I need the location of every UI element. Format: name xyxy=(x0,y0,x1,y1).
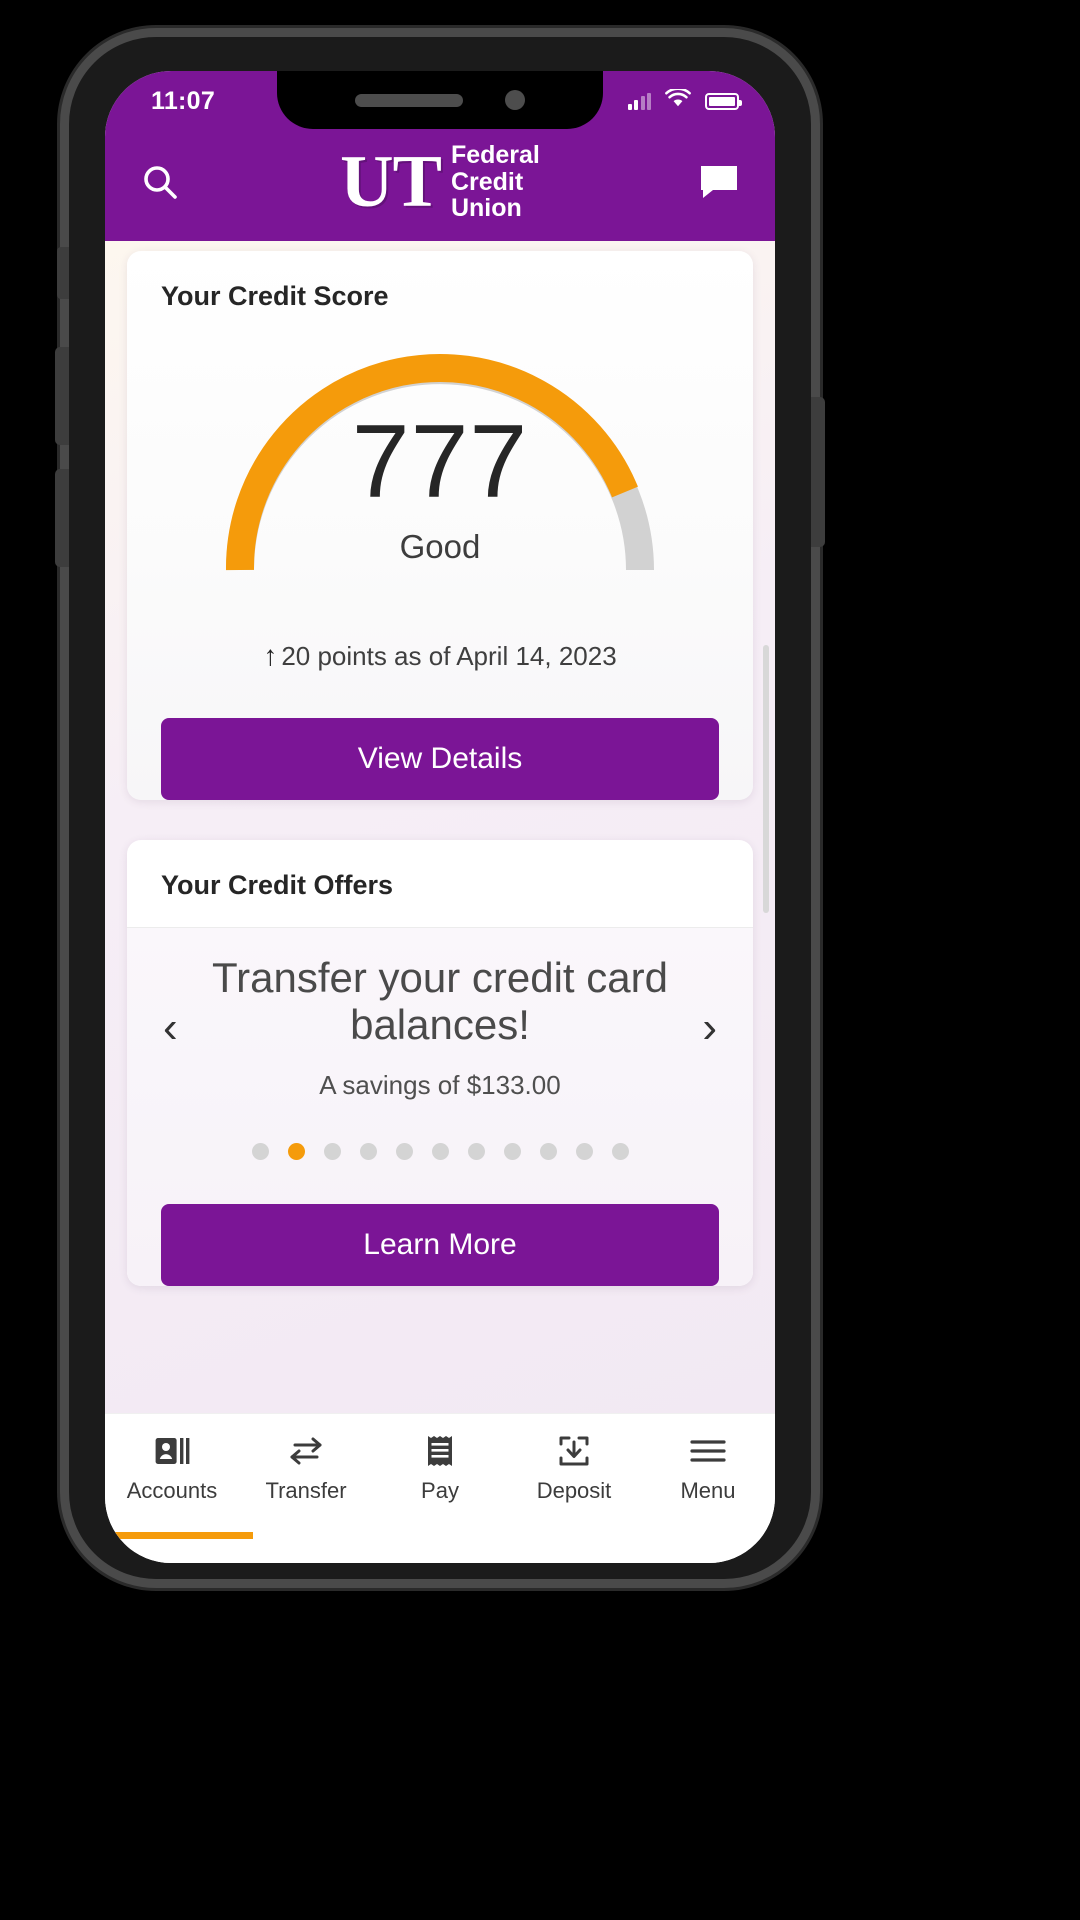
carousel-dot[interactable] xyxy=(323,1143,341,1161)
carousel-dot[interactable] xyxy=(611,1143,629,1161)
search-icon[interactable] xyxy=(139,161,181,203)
offer-headline: Transfer your credit card balances! xyxy=(212,954,668,1049)
offer-carousel-row: ‹ Transfer your credit card balances! A … xyxy=(127,954,753,1101)
app-header: UT Federal Credit Union xyxy=(105,131,775,241)
front-camera xyxy=(505,90,525,110)
wifi-icon xyxy=(665,87,691,113)
carousel-dot[interactable] xyxy=(359,1143,377,1161)
content-scrollbar[interactable] xyxy=(763,645,769,913)
credit-score-card: Your Credit Score 777 Good ↑ 20 points as… xyxy=(127,251,753,800)
learn-more-button[interactable]: Learn More xyxy=(161,1204,719,1287)
tab-menu[interactable]: Menu xyxy=(641,1434,775,1504)
pay-receipt-icon xyxy=(425,1434,455,1468)
status-indicators xyxy=(627,87,742,113)
logo-line-credit: Credit xyxy=(450,167,524,196)
power-button[interactable] xyxy=(811,397,825,547)
tab-label-transfer: Transfer xyxy=(265,1478,347,1503)
logo-ut-mark: UT xyxy=(340,140,442,223)
carousel-dot[interactable] xyxy=(431,1143,449,1161)
tab-accounts[interactable]: Accounts xyxy=(105,1434,239,1504)
app-content: Your Credit Score 777 Good ↑ 20 points as… xyxy=(105,241,775,1413)
hamburger-menu-icon xyxy=(690,1434,726,1468)
chevron-right-icon[interactable]: › xyxy=(688,1005,731,1050)
credit-score-gauge: 777 Good xyxy=(214,344,666,588)
logo-line-union: Union xyxy=(450,194,522,223)
credit-score-rating: Good xyxy=(399,528,481,565)
status-time: 11:07 xyxy=(151,86,216,115)
active-tab-indicator xyxy=(105,1532,253,1539)
logo-wordmark: Federal Credit Union xyxy=(451,142,540,222)
deposit-download-box-icon xyxy=(558,1434,590,1468)
carousel-dot[interactable] xyxy=(503,1143,521,1161)
volume-up-button[interactable] xyxy=(55,347,69,445)
tab-label-accounts: Accounts xyxy=(126,1478,218,1503)
bottom-tab-bar: Accounts Transfer Pay Deposit Menu xyxy=(105,1413,775,1539)
battery-full-icon xyxy=(705,92,742,110)
gauge-center-readout: 777 Good xyxy=(214,410,666,566)
credit-offers-card: Your Credit Offers ‹ Transfer your credi… xyxy=(127,840,753,1287)
chat-message-icon[interactable] xyxy=(697,162,741,202)
offer-content: Transfer your credit card balances! A sa… xyxy=(192,954,689,1101)
tab-deposit[interactable]: Deposit xyxy=(507,1434,641,1504)
view-details-button[interactable]: View Details xyxy=(161,718,719,800)
screenshot-stage: 11:07 UT Federal Credit Union Your Credi… xyxy=(0,0,1080,1920)
credit-score-delta: ↑ 20 points as of April 14, 2023 xyxy=(127,588,753,672)
tab-label-deposit: Deposit xyxy=(536,1478,612,1503)
cellular-signal-icon xyxy=(627,92,651,110)
phone-screen: 11:07 UT Federal Credit Union Your Credi… xyxy=(105,71,775,1563)
offer-carousel: ‹ Transfer your credit card balances! A … xyxy=(127,928,753,1287)
offer-subtext: A savings of $133.00 xyxy=(319,1070,561,1101)
credit-score-value: 777 xyxy=(351,404,529,520)
brand-logo: UT Federal Credit Union xyxy=(340,142,540,222)
volume-down-button[interactable] xyxy=(55,469,69,567)
mute-switch[interactable] xyxy=(57,247,69,299)
tab-label-menu: Menu xyxy=(680,1478,736,1503)
trend-up-arrow-icon: ↑ xyxy=(263,640,278,671)
home-indicator-area xyxy=(105,1539,775,1563)
phone-device-frame: 11:07 UT Federal Credit Union Your Credi… xyxy=(55,28,825,1588)
tab-pay[interactable]: Pay xyxy=(373,1434,507,1504)
carousel-dot[interactable] xyxy=(251,1143,269,1161)
carousel-dot-active[interactable] xyxy=(287,1143,305,1161)
credit-score-delta-text: 20 points as of April 14, 2023 xyxy=(281,641,617,671)
earpiece-speaker xyxy=(355,93,463,107)
accounts-id-card-icon xyxy=(154,1434,190,1468)
device-notch xyxy=(277,71,603,129)
credit-score-title: Your Credit Score xyxy=(161,281,389,311)
carousel-dot[interactable] xyxy=(575,1143,593,1161)
carousel-dot[interactable] xyxy=(467,1143,485,1161)
chevron-left-icon[interactable]: ‹ xyxy=(149,1005,192,1050)
carousel-dots xyxy=(127,1143,753,1161)
logo-line-federal: Federal xyxy=(450,141,540,170)
credit-offers-title: Your Credit Offers xyxy=(127,840,753,928)
carousel-dot[interactable] xyxy=(395,1143,413,1161)
carousel-dot[interactable] xyxy=(539,1143,557,1161)
tab-transfer[interactable]: Transfer xyxy=(239,1434,373,1504)
transfer-arrows-icon xyxy=(287,1434,325,1468)
tab-label-pay: Pay xyxy=(421,1478,459,1503)
